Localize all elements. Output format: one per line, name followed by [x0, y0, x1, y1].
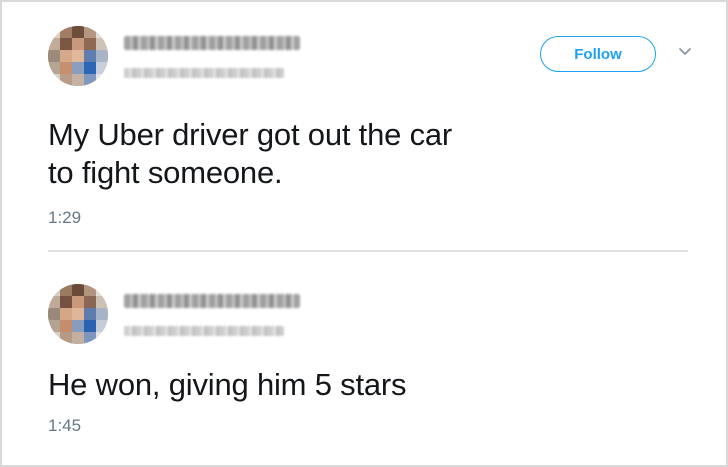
- tweet-timestamp[interactable]: 1:29: [48, 208, 81, 228]
- author-name-redacted[interactable]: [124, 294, 300, 308]
- avatar[interactable]: [48, 26, 108, 86]
- tweet-1: Follow My Uber driver got out the car to…: [2, 2, 726, 250]
- author-handle-redacted[interactable]: [124, 326, 284, 336]
- tweet-thread-card: Follow My Uber driver got out the car to…: [0, 0, 728, 467]
- chevron-down-icon[interactable]: [678, 46, 692, 58]
- tweet-timestamp[interactable]: 1:45: [48, 416, 81, 436]
- tweet-text-line: to fight someone.: [48, 155, 283, 190]
- tweet-2: He won, giving him 5 stars 1:45: [2, 252, 726, 465]
- tweet-text-line: My Uber driver got out the car: [48, 117, 453, 152]
- tweet-text: My Uber driver got out the car to fight …: [48, 116, 452, 192]
- avatar[interactable]: [48, 284, 108, 344]
- author-handle-redacted[interactable]: [124, 68, 284, 78]
- author-name-redacted[interactable]: [124, 36, 300, 50]
- tweet-text: He won, giving him 5 stars: [48, 367, 407, 402]
- follow-button[interactable]: Follow: [540, 36, 656, 72]
